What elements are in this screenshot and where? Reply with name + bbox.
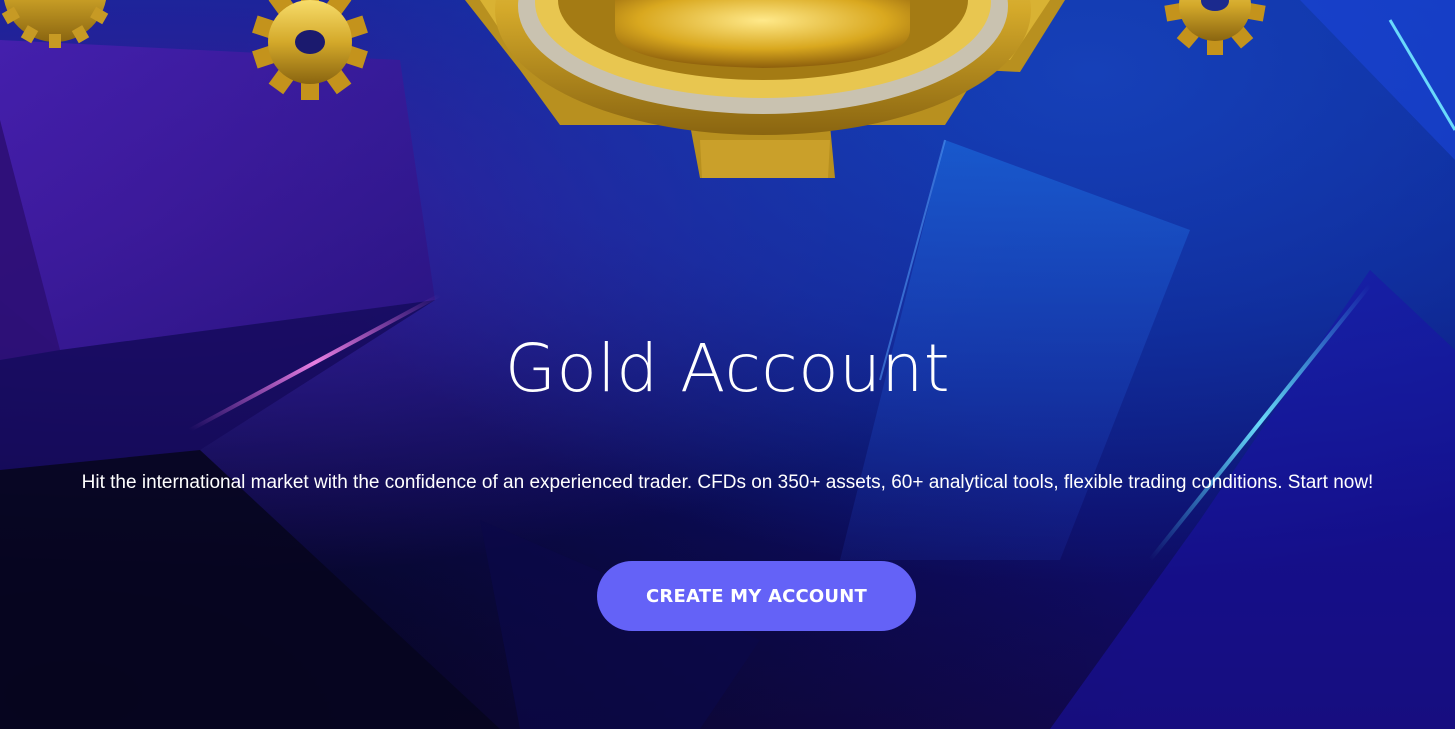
create-account-button[interactable]: CREATE MY ACCOUNT xyxy=(597,561,916,631)
hero-section: Gold Account Hit the international marke… xyxy=(0,0,1455,729)
page-title: Gold Account xyxy=(504,330,951,407)
hero-description: Hit the international market with the co… xyxy=(81,472,1374,493)
hero-content: Gold Account Hit the international marke… xyxy=(0,0,1455,729)
